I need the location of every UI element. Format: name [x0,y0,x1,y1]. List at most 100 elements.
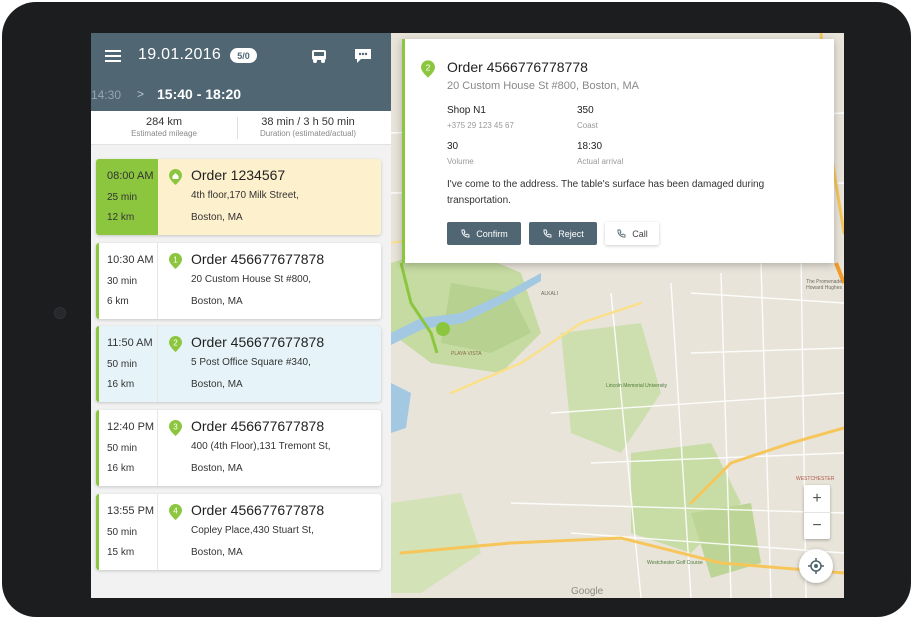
tablet-frame: Lincoln Memorial University Westchester … [2,2,911,617]
order-marker-number: 4 [173,507,178,516]
camera-dot [54,307,66,319]
order-card[interactable]: 10:30 AM 30 min 6 km 1 Order 45667767787… [96,243,381,319]
previous-time-slot[interactable]: 14:30 [91,88,121,102]
map-label-alkali: ALKALI [541,291,558,297]
confirm-button[interactable]: Confirm [447,222,521,245]
popup-order-title: Order 4566776778778 [447,59,588,75]
popup-shop-name: Shop N1 [447,105,486,116]
app-header: 19.01.2016 5/0 14:30 > 15:40 - 18:20 [91,33,391,111]
order-time-column: 10:30 AM 30 min 6 km [96,243,158,319]
order-address-line2: Boston, MA [191,379,243,390]
order-time: 11:50 AM [107,337,153,349]
number-marker-icon: 3 [169,420,182,441]
popup-arrival-value: 18:30 [577,141,603,152]
order-time-column: 08:00 AM 25 min 12 km [96,159,158,235]
route-stats: 284 km Estimated mileage 38 min / 3 h 50… [91,111,391,145]
app-screen: Lincoln Memorial University Westchester … [91,33,844,598]
order-address-line1: 20 Custom House St #800, [191,274,312,285]
duration-stat: 38 min / 3 h 50 min Duration (estimated/… [238,116,378,138]
order-address-line2: Boston, MA [191,296,243,307]
order-address-line1: 400 (4th Floor),131 Tremont St, [191,441,331,452]
home-marker-icon [169,169,182,190]
number-marker-icon: 2 [421,60,435,83]
order-time: 10:30 AM [107,254,154,266]
order-card[interactable]: 08:00 AM 25 min 12 km Order 1234567 4th … [96,159,381,235]
order-marker-number: 2 [173,339,178,348]
order-marker-number: 3 [173,423,178,432]
number-marker-icon: 1 [169,253,182,274]
popup-arrival-label: Actual arrival [577,157,624,166]
map-label-golf: Westchester Golf Course [647,560,703,566]
phone-icon [543,229,552,237]
locate-icon [808,558,824,574]
map-brand-logo: Google [571,586,604,597]
order-title: Order 1234567 [191,167,286,183]
order-address-line1: 5 Post Office Square #340, [191,357,311,368]
popup-address: 20 Custom House St #800, Boston, MA [447,80,639,92]
order-time: 13:55 PM [107,505,155,517]
order-duration: 50 min [107,443,138,454]
number-marker-icon: 4 [169,504,182,525]
order-distance: 15 km [107,547,135,558]
order-address-line1: 4th floor,170 Milk Street, [191,190,299,201]
order-distance: 16 km [107,463,135,474]
phone-icon [617,229,626,237]
order-address-line1: Copley Place,430 Stuart St, [191,525,314,536]
order-card[interactable]: 12:40 PM 50 min 16 km 3 Order 4566776778… [96,410,381,486]
route-date[interactable]: 19.01.2016 [138,46,221,64]
chevron-right-icon: > [137,87,145,101]
map-label-westchester: WESTCHESTER [796,476,835,482]
order-duration: 50 min [107,527,138,538]
confirm-label: Confirm [476,228,508,239]
current-time-slot[interactable]: 15:40 - 18:20 [157,86,241,102]
truck-icon[interactable] [310,49,328,69]
order-detail-popup: 2 Order 4566776778778 20 Custom House St… [402,39,834,263]
orders-sidebar: 19.01.2016 5/0 14:30 > 15:40 - 18:20 284… [91,33,391,598]
popup-message: I've come to the address. The table's su… [447,179,765,206]
mileage-value: 284 km [145,116,183,128]
order-address-line2: Boston, MA [191,212,243,223]
zoom-control: + − [804,485,830,539]
reject-button[interactable]: Reject [529,222,597,245]
popup-cost-label: Coast [577,121,598,130]
map-label-university: Lincoln Memorial University [606,383,668,389]
reject-label: Reject [558,228,584,239]
number-marker-icon: 2 [169,336,182,357]
phone-icon [461,229,470,237]
popup-volume-label: Volume [447,157,474,166]
zoom-in-button[interactable]: + [804,485,830,512]
order-title: Order 456677677878 [191,251,325,267]
order-card[interactable]: 13:55 PM 50 min 15 km 4 Order 4566776778… [96,494,381,570]
message-icon[interactable] [354,48,372,69]
order-address-line2: Boston, MA [191,463,243,474]
orders-count-badge: 5/0 [230,48,257,63]
call-label: Call [632,228,648,239]
mileage-stat: 284 km Estimated mileage [91,116,237,138]
order-marker-number: 1 [173,256,178,265]
popup-shop-phone: +375 29 123 45 67 [447,121,514,130]
popup-volume-value: 30 [447,141,459,152]
order-title: Order 456677677878 [191,418,325,434]
order-duration: 25 min [107,192,138,203]
order-address-line2: Boston, MA [191,547,243,558]
duration-label: Duration (estimated/actual) [259,129,357,138]
popup-marker-number: 2 [426,63,431,73]
order-card[interactable]: 11:50 AM 50 min 16 km 2 Order 4566776778… [96,326,381,402]
order-distance: 16 km [107,379,135,390]
order-time: 12:40 PM [107,421,155,433]
map-label-promenade: The Promenade Howard Hughes [806,279,842,291]
order-title: Order 456677677878 [191,502,325,518]
order-time-column: 11:50 AM 50 min 16 km [96,326,158,402]
my-location-button[interactable] [799,549,833,583]
mileage-label: Estimated mileage [131,129,197,138]
order-distance: 6 km [107,296,129,307]
order-duration: 50 min [107,359,138,370]
duration-value: 38 min / 3 h 50 min [261,116,355,128]
menu-icon[interactable] [105,50,121,62]
order-time-column: 12:40 PM 50 min 16 km [96,410,158,486]
zoom-out-button[interactable]: − [804,512,830,539]
map-label-playa-vista: PLAYA VISTA [451,351,482,357]
order-title: Order 456677677878 [191,334,325,350]
call-button[interactable]: Call [605,222,659,245]
order-distance: 12 km [107,212,135,223]
